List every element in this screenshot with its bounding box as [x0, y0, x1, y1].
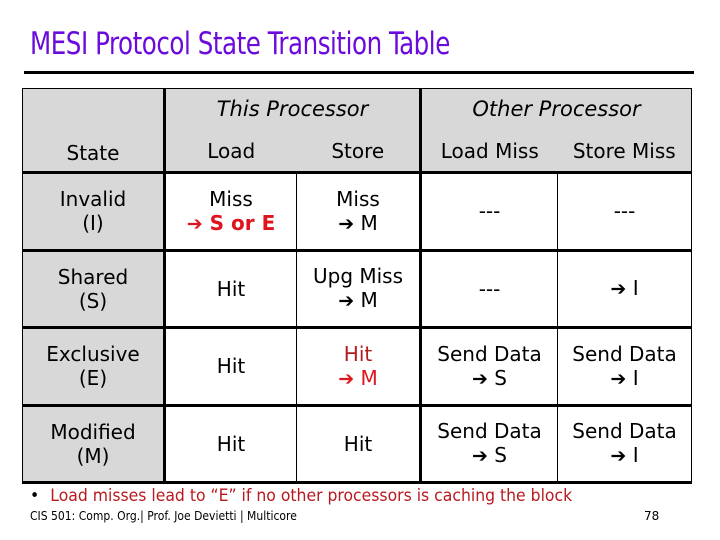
cell-text: Upg Miss — [312, 264, 404, 289]
group-header-other-processor: Other Processor — [420, 88, 693, 131]
load-cell: Hit — [164, 404, 297, 484]
store-miss-cell: --- — [557, 172, 693, 252]
header-store-miss: Store Miss — [557, 130, 693, 174]
arrow-right-icon: ➔ — [610, 445, 627, 468]
cell-target-state: S — [494, 443, 507, 468]
load-cell: Miss ➔ S or E — [164, 172, 297, 252]
mesi-state-table: State This Processor Other Processor Loa… — [22, 88, 693, 484]
state-cell: Invalid (I) — [22, 172, 166, 252]
store-miss-cell: ➔ I — [557, 249, 693, 329]
state-name: Shared — [57, 264, 129, 289]
load-miss-cell: --- — [420, 249, 559, 329]
cell-target-state: I — [632, 443, 639, 468]
cell-target-state: I — [632, 365, 639, 390]
arrow-right-icon: ➔ — [610, 278, 627, 301]
group-header-row: State This Processor Other Processor — [22, 88, 693, 174]
table-row-exclusive: Exclusive (E) Hit Hit ➔ M Send Data ➔ S … — [22, 327, 693, 407]
note-text: Load misses lead to “E” if no other proc… — [50, 486, 573, 506]
state-name: Invalid — [59, 187, 127, 212]
load-miss-cell: --- — [420, 172, 559, 252]
store-cell: Miss ➔ M — [295, 172, 423, 252]
cell-target-state: I — [632, 276, 639, 301]
state-cell: Exclusive (E) — [22, 327, 166, 407]
group-header-this-processor: This Processor — [163, 88, 423, 131]
header-load: Load — [164, 130, 297, 174]
state-name: Modified — [50, 419, 136, 444]
cell-target-state: M — [360, 210, 378, 235]
note-bullet: • Load misses lead to “E” if no other pro… — [30, 486, 572, 506]
state-cell: Modified (M) — [22, 404, 166, 484]
title-underline — [24, 71, 694, 74]
state-abbr: (M) — [76, 443, 110, 468]
store-cell: Upg Miss ➔ M — [295, 249, 423, 329]
table-row-shared: Shared (S) Hit Upg Miss ➔ M --- ➔ I — [22, 249, 693, 329]
slide-title: MESI Protocol State Transition Table — [30, 26, 450, 62]
header-state: State — [22, 88, 166, 174]
load-cell: Hit — [164, 249, 297, 329]
cell-text: Send Data — [572, 341, 677, 366]
arrow-right-icon: ➔ — [472, 367, 488, 390]
store-miss-cell: Send Data ➔ I — [557, 327, 693, 407]
state-abbr: (S) — [78, 288, 108, 313]
header-state-label: State — [66, 141, 120, 165]
cell-text: Miss — [336, 186, 380, 211]
cell-text: Hit — [343, 341, 373, 366]
state-abbr: (I) — [82, 211, 104, 236]
bullet-icon: • — [30, 486, 40, 506]
cell-text: Send Data — [572, 419, 677, 444]
cell-text: Send Data — [437, 341, 542, 366]
table-row-modified: Modified (M) Hit Hit Send Data ➔ S Send … — [22, 404, 693, 484]
state-name: Exclusive — [46, 342, 140, 367]
arrow-right-icon: ➔ — [186, 212, 203, 235]
cell-target-state: S — [494, 365, 507, 390]
cell-text: Miss — [209, 186, 253, 211]
store-cell: Hit — [295, 404, 423, 484]
footer-text: CIS 501: Comp. Org.| Prof. Joe Devietti … — [30, 509, 297, 523]
store-cell: Hit ➔ M — [295, 327, 423, 407]
state-cell: Shared (S) — [22, 249, 166, 329]
arrow-right-icon: ➔ — [472, 445, 488, 468]
cell-target-state: M — [360, 365, 378, 390]
load-miss-cell: Send Data ➔ S — [420, 327, 559, 407]
cell-text: Send Data — [437, 419, 542, 444]
state-abbr: (E) — [78, 366, 108, 391]
arrow-right-icon: ➔ — [338, 367, 355, 390]
arrow-right-icon: ➔ — [338, 290, 355, 313]
arrow-right-icon: ➔ — [338, 212, 355, 235]
arrow-right-icon: ➔ — [610, 367, 627, 390]
header-load-miss: Load Miss — [420, 130, 558, 174]
cell-target-state: S or E — [209, 210, 276, 235]
table-row-invalid: Invalid (I) Miss ➔ S or E Miss ➔ M --- -… — [22, 172, 693, 252]
store-miss-cell: Send Data ➔ I — [557, 404, 693, 484]
cell-target-state: M — [360, 288, 378, 313]
load-cell: Hit — [164, 327, 297, 407]
page-number: 78 — [644, 509, 660, 523]
header-store: Store — [296, 130, 423, 174]
load-miss-cell: Send Data ➔ S — [420, 404, 559, 484]
